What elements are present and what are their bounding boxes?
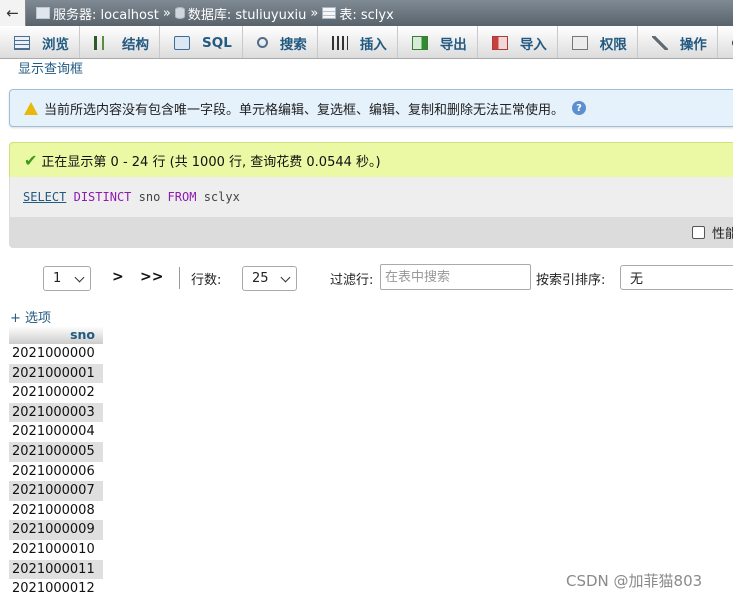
export-icon: [411, 35, 428, 50]
tab-label: 浏览: [42, 36, 69, 53]
filter-label: 过滤行:: [330, 273, 374, 288]
results-table: sno 2021000000 2021000001 2021000002 202…: [9, 326, 103, 599]
table-row[interactable]: 2021000002: [9, 383, 103, 403]
browse-icon: [14, 35, 30, 50]
sql-table: sclyx: [203, 190, 240, 204]
breadcrumb: 服务器: localhost » 数据库: stuliuyuxiu » 表: s…: [36, 4, 394, 23]
tab-search[interactable]: 搜索: [243, 26, 318, 58]
breadcrumb-separator: »: [310, 5, 319, 21]
tab-label: 结构: [122, 36, 149, 53]
table-row[interactable]: 2021000005: [9, 441, 103, 462]
tab-label: 权限: [599, 36, 627, 53]
profiling-checkbox[interactable]: [692, 226, 705, 239]
sql-icon: [174, 35, 190, 50]
rows-select[interactable]: 25: [242, 266, 297, 291]
filter-input[interactable]: [380, 264, 531, 290]
next-page-button[interactable]: >: [112, 269, 124, 285]
tab-export[interactable]: 导出: [398, 26, 478, 58]
table-row[interactable]: 2021000001: [9, 363, 103, 384]
tab-label: 操作: [679, 36, 707, 53]
sql-keyword-distinct: DISTINCT: [73, 190, 132, 204]
profiling-toggle[interactable]: 性能: [692, 223, 733, 242]
breadcrumb-server[interactable]: 服务器: localhost: [53, 4, 159, 23]
divider: [179, 267, 180, 289]
back-button[interactable]: ←: [0, 0, 26, 26]
sql-keyword-from: FROM: [167, 190, 197, 204]
server-icon: [36, 7, 50, 19]
table-row[interactable]: 2021000004: [9, 422, 103, 442]
chevron-down-icon: [280, 272, 291, 283]
tab-label: 插入: [359, 36, 387, 53]
rows-label: 行数:: [191, 273, 222, 288]
success-text: 正在显示第 0 - 24 行 (共 1000 行, 查询花费 0.0544 秒。…: [41, 154, 381, 170]
table-row[interactable]: 2021000011: [9, 559, 103, 580]
success-message: ✔ 正在显示第 0 - 24 行 (共 1000 行, 查询花费 0.0544 …: [9, 142, 733, 177]
show-query-box-link[interactable]: 显示查询框: [18, 58, 83, 77]
tab-structure[interactable]: 结构: [80, 26, 160, 58]
table-row[interactable]: 2021000003: [9, 402, 103, 423]
table-row[interactable]: 2021000006: [9, 461, 103, 482]
page-select[interactable]: 1: [43, 266, 91, 291]
table-row[interactable]: 2021000000: [9, 344, 103, 364]
tab-label: 搜索: [279, 36, 307, 53]
tab-label: 导出: [439, 36, 467, 53]
breadcrumb-bar: ← 服务器: localhost » 数据库: stuliuyuxiu » 表:…: [0, 0, 733, 26]
import-icon: [491, 35, 508, 50]
options-link[interactable]: + 选项: [10, 307, 51, 326]
notice-message: 当前所选内容没有包含唯一字段。单元格编辑、复选框、编辑、复制和删除无法正常使用。…: [9, 89, 733, 127]
sql-column: sno: [138, 190, 161, 204]
sort-label: 按索引排序:: [536, 273, 606, 288]
table-row[interactable]: 2021000010: [9, 539, 103, 560]
tab-browse[interactable]: 浏览: [0, 26, 80, 58]
tab-bar: 浏览 结构 SQL 搜索 插入 导出 导入 权限 操作 追踪: [0, 26, 733, 59]
structure-icon: [94, 35, 110, 50]
breadcrumb-separator: »: [162, 5, 171, 21]
operations-icon: [651, 35, 668, 50]
navigation-bar: 1 > >> 行数: 25 过滤行: 按索引排序: 无: [0, 264, 733, 292]
tab-label: SQL: [202, 34, 232, 51]
insert-icon: [331, 35, 348, 50]
check-icon: ✔: [24, 150, 38, 170]
search-icon: [256, 37, 268, 48]
breadcrumb-database[interactable]: 数据库: stuliuyuxiu: [188, 4, 307, 23]
notice-text: 当前所选内容没有包含唯一字段。单元格编辑、复选框、编辑、复制和删除无法正常使用。: [44, 102, 565, 118]
table-row[interactable]: 2021000009: [9, 520, 103, 540]
sort-select-value: 无: [630, 272, 644, 287]
query-options-bar: 性能: [9, 217, 733, 248]
profiling-label: 性能: [712, 227, 733, 242]
tab-privileges[interactable]: 权限: [558, 26, 638, 58]
rows-select-value: 25: [252, 271, 269, 286]
table-icon: [322, 7, 337, 19]
table-row[interactable]: 2021000007: [9, 481, 103, 501]
breadcrumb-table[interactable]: 表: sclyx: [339, 4, 393, 23]
tab-import[interactable]: 导入: [478, 26, 558, 58]
help-icon[interactable]: ?: [572, 101, 587, 115]
last-page-button[interactable]: >>: [140, 269, 163, 285]
database-icon: [174, 7, 185, 19]
warning-icon: [24, 101, 38, 115]
tab-sql[interactable]: SQL: [160, 26, 243, 58]
tab-operations[interactable]: 操作: [638, 26, 718, 58]
column-header-sno[interactable]: sno: [9, 326, 103, 344]
privileges-icon: [571, 35, 588, 50]
sql-keyword-select[interactable]: SELECT: [23, 190, 66, 204]
table-row[interactable]: 2021000008: [9, 500, 103, 521]
page-select-value: 1: [53, 271, 62, 286]
tab-insert[interactable]: 插入: [318, 26, 398, 58]
chevron-down-icon: [74, 272, 85, 283]
tab-label: 导入: [519, 36, 547, 53]
table-row[interactable]: 2021000012: [9, 579, 103, 599]
watermark: CSDN @加菲猫803: [566, 572, 703, 590]
sql-query-display[interactable]: SELECT DISTINCT sno FROM sclyx: [9, 177, 733, 217]
tab-tracking[interactable]: 追踪: [718, 26, 733, 58]
sort-select[interactable]: 无: [620, 265, 733, 290]
